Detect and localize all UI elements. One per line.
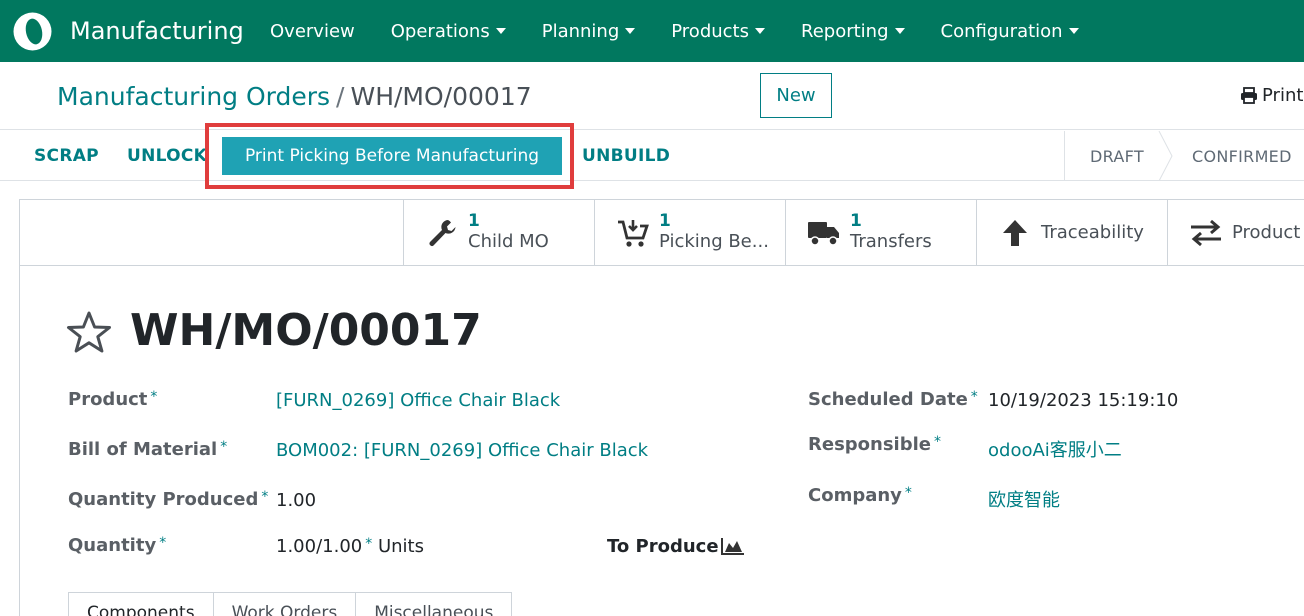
product-label: Product * <box>68 389 157 410</box>
caret-down-icon <box>894 28 905 34</box>
scrap-button[interactable]: SCRAP <box>34 146 99 166</box>
picking-before-label: Picking Be... <box>659 230 769 252</box>
form-tabs: Components Work Orders Miscellaneous <box>68 592 513 616</box>
qty-produced-label-text: Quantity Produced <box>68 489 259 510</box>
quantity-label-text: Quantity <box>68 535 157 556</box>
quantity-label: Quantity * <box>68 535 166 556</box>
child-mo-label: Child MO <box>468 230 549 252</box>
star-icon[interactable] <box>66 310 112 354</box>
odoo-logo-icon[interactable] <box>12 11 53 52</box>
printer-icon <box>1241 87 1257 104</box>
breadcrumb-current: WH/MO/00017 <box>350 82 532 111</box>
print-label: Print <box>1262 85 1304 106</box>
company-field[interactable]: 欧度智能 <box>988 486 1060 512</box>
unlock-button[interactable]: UNLOCK <box>127 146 207 166</box>
caret-down-icon <box>755 28 765 34</box>
nav-reporting-label: Reporting <box>801 20 889 42</box>
child-mo-count: 1 <box>468 211 480 232</box>
child-mo-button[interactable]: 1 Child MO <box>403 200 594 265</box>
quantity-field[interactable]: 1.00/1.00 * Units <box>276 536 424 557</box>
product-moves-label: Product I <box>1232 222 1304 243</box>
control-panel: Manufacturing Orders / WH/MO/00017 New Pri… <box>0 62 1304 130</box>
record-title: WH/MO/00017 <box>130 305 482 356</box>
nav-operations[interactable]: Operations <box>373 21 524 42</box>
traceability-label: Traceability <box>1041 222 1144 243</box>
truck-icon <box>806 215 842 251</box>
wrench-icon <box>424 215 460 251</box>
transfers-count: 1 <box>850 211 862 232</box>
breadcrumb-parent-link[interactable]: Manufacturing Orders <box>57 82 330 111</box>
exchange-icon <box>1188 215 1224 251</box>
picking-before-count: 1 <box>659 211 671 232</box>
breadcrumb: Manufacturing Orders / WH/MO/00017 <box>57 82 532 111</box>
new-button[interactable]: New <box>760 73 832 118</box>
stage-chevron <box>1158 131 1173 181</box>
required-marker: * <box>220 439 228 455</box>
scheduled-date-label: Scheduled Date * <box>808 389 978 410</box>
nav-reporting[interactable]: Reporting <box>783 21 923 42</box>
smart-button-box: 1 Child MO 1 Picking Be... 1 Transfers Trac… <box>20 200 1304 266</box>
breadcrumb-separator: / <box>336 82 345 111</box>
company-label: Company * <box>808 485 912 506</box>
qty-produced-label: Quantity Produced * <box>68 489 268 510</box>
nav-overview[interactable]: Overview <box>252 21 373 42</box>
stage-divider <box>1064 131 1065 181</box>
stage-draft[interactable]: DRAFT <box>1090 131 1144 181</box>
nav-products-label: Products <box>671 20 749 42</box>
company-label-text: Company <box>808 485 902 506</box>
bom-label-text: Bill of Material <box>68 439 218 460</box>
app-title[interactable]: Manufacturing <box>70 17 244 45</box>
required-marker: * <box>159 535 167 551</box>
nav-menu: Overview Operations Planning Products Re… <box>252 0 1097 62</box>
nav-planning-label: Planning <box>541 20 620 42</box>
scheduled-date-label-text: Scheduled Date <box>808 389 968 410</box>
responsible-field[interactable]: odooAi客服小二 <box>988 436 1122 462</box>
transfers-button[interactable]: 1 Transfers <box>785 200 976 265</box>
nav-operations-label: Operations <box>390 20 490 42</box>
required-marker: * <box>150 389 158 405</box>
tab-components[interactable]: Components <box>68 592 214 616</box>
tab-miscellaneous[interactable]: Miscellaneous <box>355 592 513 616</box>
caret-down-icon <box>625 28 636 34</box>
nav-overview-label: Overview <box>270 20 355 42</box>
caret-down-icon <box>1068 28 1079 34</box>
required-marker: * <box>970 389 978 405</box>
nav-products[interactable]: Products <box>653 21 783 42</box>
nav-configuration-label: Configuration <box>940 20 1063 42</box>
tab-work-orders[interactable]: Work Orders <box>212 592 357 616</box>
print-button[interactable]: Print <box>1240 85 1303 106</box>
product-field[interactable]: [FURN_0269] Office Chair Black <box>276 390 560 411</box>
scheduled-date-field[interactable]: 10/19/2023 15:19:10 <box>988 390 1178 411</box>
quantity-unit: Units <box>377 536 424 557</box>
caret-down-icon <box>495 28 506 34</box>
bom-label: Bill of Material * <box>68 439 227 460</box>
unbuild-button[interactable]: UNBUILD <box>582 146 670 166</box>
required-marker: * <box>934 434 941 450</box>
product-label-text: Product <box>68 389 148 410</box>
picking-before-button[interactable]: 1 Picking Be... <box>594 200 785 265</box>
qty-produced-field[interactable]: 1.00 <box>276 490 316 511</box>
nav-configuration[interactable]: Configuration <box>923 21 1097 42</box>
required-marker: * <box>365 536 373 552</box>
product-moves-button[interactable]: Product I <box>1167 200 1304 265</box>
area-chart-icon[interactable] <box>721 537 745 555</box>
quantity-value: 1.00/1.00 <box>276 536 363 557</box>
bom-field[interactable]: BOM002: [FURN_0269] Office Chair Black <box>276 440 648 461</box>
required-marker: * <box>261 489 269 505</box>
cart-download-icon <box>615 215 651 251</box>
required-marker: * <box>904 485 912 501</box>
responsible-label-text: Responsible <box>808 434 931 455</box>
top-navbar: Manufacturing Overview Operations Planni… <box>0 0 1304 62</box>
to-produce-label: To Produce <box>607 536 719 557</box>
stage-confirmed[interactable]: CONFIRMED <box>1192 131 1292 181</box>
traceability-button[interactable]: Traceability <box>976 200 1167 265</box>
arrow-up-icon <box>997 215 1033 251</box>
transfers-label: Transfers <box>850 230 932 252</box>
print-picking-before-manufacturing-button[interactable]: Print Picking Before Manufacturing <box>222 137 562 175</box>
nav-planning[interactable]: Planning <box>524 21 654 42</box>
responsible-label: Responsible * <box>808 434 941 455</box>
